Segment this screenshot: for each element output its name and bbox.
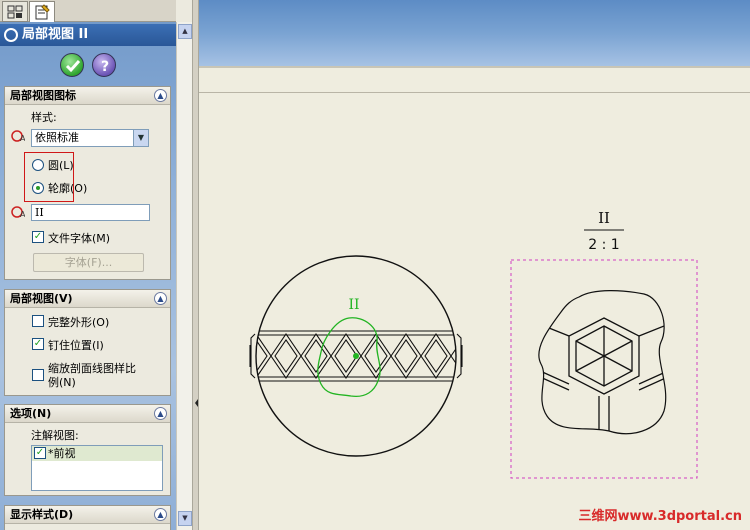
section-header-text: 局部视图图标 — [10, 89, 76, 102]
collapse-icon[interactable]: ▲ — [154, 89, 167, 102]
font-button[interactable]: 字体(F)... — [33, 253, 144, 272]
detail-view-icon — [4, 28, 18, 42]
svg-text:A: A — [20, 210, 25, 219]
help-icon: ? — [101, 59, 109, 75]
label-icon: A — [11, 206, 25, 219]
front-view[interactable]: II — [241, 255, 481, 457]
annotation-views-list[interactable]: ✓ *前视 — [31, 445, 163, 491]
property-manager: 局部视图 II ? 局部视图图标 ▲ 样式: A 依照标准 ▼ 圆(L) 轮廓(… — [0, 0, 176, 530]
list-item[interactable]: ✓ *前视 — [32, 446, 162, 461]
detail-view[interactable]: II 2 : 1 — [510, 209, 698, 479]
section-header-text: 显示样式(D) — [10, 508, 74, 521]
circle-radio[interactable] — [32, 159, 44, 171]
pin-position-label: 钉住位置(I) — [48, 339, 104, 352]
watermark: 三维网www.3dportal.cn — [579, 505, 743, 524]
scroll-down-icon[interactable]: ▼ — [178, 511, 192, 526]
collapse-icon[interactable]: ▲ — [154, 508, 167, 521]
ring-pattern — [256, 330, 456, 382]
ok-button[interactable] — [60, 53, 84, 77]
profile-radio[interactable] — [32, 182, 44, 194]
style-select[interactable]: 依照标准 ▼ — [31, 129, 149, 147]
panel-title: 局部视图 II — [0, 24, 176, 46]
watermark-brand: 三维网 — [578, 509, 618, 524]
full-outline-checkbox[interactable] — [32, 315, 44, 327]
help-button[interactable]: ? — [92, 53, 116, 77]
section-header-text: 局部视图(V) — [10, 292, 73, 305]
tree-icon — [7, 5, 23, 19]
vertical-scrollbar[interactable]: ▲ ▼ — [176, 22, 192, 530]
collapse-icon[interactable]: ▲ — [154, 407, 167, 420]
annotation-item-checkbox[interactable]: ✓ — [34, 447, 46, 459]
chevron-down-icon[interactable]: ▼ — [133, 130, 148, 146]
pin-position-checkbox[interactable]: ✓ — [32, 338, 44, 350]
collapse-icon[interactable]: ▲ — [154, 292, 167, 305]
panel-title-text: 局部视图 II — [22, 27, 89, 42]
detail-profile-outline — [538, 290, 667, 435]
style-icon: A — [11, 130, 25, 143]
watermark-site: www.3dportal.cn — [617, 509, 742, 524]
detail-scale-label: 2 : 1 — [588, 237, 619, 253]
circle-radio-label: 圆(L) — [48, 159, 74, 172]
feature-manager-tab[interactable] — [2, 1, 28, 22]
scale-hatch-label-2: 例(N) — [48, 376, 76, 389]
svg-text:A: A — [20, 134, 25, 143]
detail-profile-sketch[interactable] — [317, 317, 381, 398]
section-header-text: 选项(N) — [10, 407, 52, 420]
annotation-item-label: *前视 — [48, 447, 76, 460]
svg-text:?: ? — [101, 59, 109, 75]
circle-label: II — [348, 297, 359, 313]
annotation-views-label: 注解视图: — [31, 429, 79, 442]
detail-circle-section: 局部视图图标 ▲ 样式: A 依照标准 ▼ 圆(L) 轮廓(O) A II ✓ … — [4, 86, 171, 280]
scroll-up-icon[interactable]: ▲ — [178, 24, 192, 39]
detail-view-header[interactable]: 局部视图(V) ▲ — [5, 290, 170, 308]
viewport-background — [199, 0, 750, 66]
hexagon-lattice — [538, 317, 666, 434]
options-header[interactable]: 选项(N) ▲ — [5, 405, 170, 423]
manager-tabs — [0, 0, 176, 22]
options-section: 选项(N) ▲ 注解视图: ✓ *前视 — [4, 404, 171, 496]
doc-font-checkbox[interactable]: ✓ — [32, 231, 44, 243]
checkmark-icon — [65, 60, 81, 73]
property-icon — [35, 4, 50, 20]
display-style-section: 显示样式(D) ▲ — [4, 505, 171, 530]
profile-radio-label: 轮廓(O) — [48, 182, 88, 195]
full-outline-label: 完整外形(O) — [48, 316, 110, 329]
detail-view-section: 局部视图(V) ▲ 完整外形(O) ✓ 钉住位置(I) 缩放剖面线图样比 例(N… — [4, 289, 171, 396]
label-input[interactable]: II — [31, 204, 150, 221]
style-label: 样式: — [31, 111, 57, 124]
drawing-view: II II 2 : 1 — [241, 209, 698, 479]
doc-font-label: 文件字体(M) — [48, 232, 111, 245]
scale-hatch-checkbox[interactable] — [32, 369, 44, 381]
panel-splitter[interactable] — [192, 0, 199, 530]
detail-view-label: II — [598, 209, 610, 227]
style-select-value: 依照标准 — [35, 131, 79, 144]
property-manager-tab[interactable] — [29, 1, 55, 22]
detail-circle-header[interactable]: 局部视图图标 ▲ — [5, 87, 170, 105]
profile-center-point — [353, 353, 359, 359]
display-style-header[interactable]: 显示样式(D) ▲ — [5, 506, 170, 524]
